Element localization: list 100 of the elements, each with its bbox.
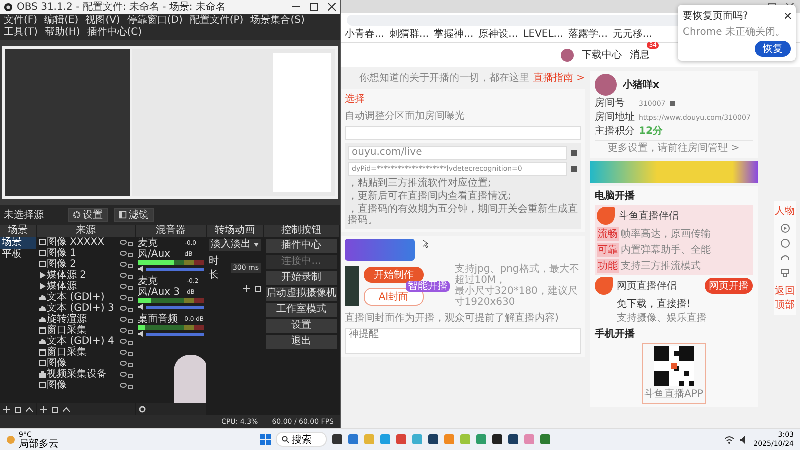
feature-tag: 流畅 — [597, 227, 619, 241]
cup-icon[interactable] — [780, 269, 790, 278]
gear-icon — [73, 211, 81, 219]
source-item[interactable]: 媒体源 — [47, 281, 119, 292]
app-icon[interactable] — [332, 434, 343, 445]
select-category-link[interactable]: 选择 — [345, 94, 365, 105]
dock-title: 来源 — [37, 225, 135, 237]
add-icon[interactable] — [3, 406, 10, 412]
control-button[interactable]: 插件中心 — [266, 239, 337, 253]
control-button[interactable]: 工作室模式 — [266, 303, 337, 317]
text-icon — [39, 338, 46, 345]
bookmark[interactable]: 刺猬群... — [390, 29, 430, 41]
source-item[interactable]: 图像 2 — [47, 259, 119, 270]
trash-icon[interactable] — [255, 285, 261, 292]
section-title: 电脑开播 — [595, 189, 636, 203]
source-item[interactable]: 视频采集设备 — [47, 369, 119, 380]
source-item[interactable]: 图像 XXXXX — [47, 237, 119, 248]
bookmark[interactable]: 落露学... — [568, 29, 608, 41]
source-item[interactable]: 媒体源 2 — [47, 270, 119, 281]
server-field[interactable]: ouyu.com/live — [348, 146, 567, 160]
copy-icon[interactable] — [670, 101, 676, 107]
guide-text: 你想知道的关于开播的一切，都在这里 — [359, 72, 530, 85]
control-button[interactable]: 退出 — [266, 335, 337, 349]
back-to-top-link[interactable]: 顶部 — [775, 298, 795, 312]
source-item[interactable]: 文本 (GDI+) 4 — [47, 336, 119, 347]
side-link[interactable]: 人物 — [775, 204, 795, 218]
start-icon[interactable] — [260, 434, 271, 445]
up-icon[interactable] — [26, 406, 33, 412]
add-icon[interactable] — [243, 285, 250, 292]
close-icon[interactable] — [328, 3, 336, 11]
source-item[interactable]: 图像 — [47, 380, 119, 391]
transition-dropdown[interactable]: 淡入淡出 — [209, 239, 261, 251]
weather-icon — [6, 434, 16, 444]
volume-slider[interactable] — [146, 306, 204, 308]
menu-item[interactable]: 工具(T) — [4, 27, 38, 39]
dock-title: 场景 — [0, 225, 36, 237]
filters-button[interactable]: 滤镜 — [114, 208, 154, 222]
source-item[interactable]: 旋转渲源 — [47, 314, 119, 325]
source-item[interactable]: 文本 (GDI+) 3 — [47, 303, 119, 314]
app-name: 网页直播伴侣 — [617, 280, 677, 293]
menu-item[interactable]: 插件中心(C) — [87, 27, 142, 39]
trash-icon[interactable] — [15, 406, 21, 412]
source-item[interactable]: 文本 (GDI+) — [47, 292, 119, 303]
app-icon[interactable] — [508, 434, 519, 445]
download-center-link[interactable]: 下载中心 — [582, 48, 622, 62]
copy-icon[interactable] — [571, 150, 578, 156]
menu-item[interactable]: 配置文件(P) — [190, 15, 244, 27]
filter-icon — [119, 211, 127, 219]
help-icon[interactable] — [780, 239, 790, 248]
source-item[interactable]: 图像 1 — [47, 248, 119, 259]
bookmark[interactable]: 元元移... — [612, 29, 652, 41]
volume-slider[interactable] — [146, 268, 204, 270]
scene-item[interactable]: 场景 — [0, 237, 36, 249]
control-button[interactable]: 设置 — [266, 319, 337, 333]
add-icon[interactable] — [40, 406, 47, 412]
menu-item[interactable]: 停靠窗口(D) — [127, 15, 183, 27]
source-item[interactable]: 窗口采集 — [47, 347, 119, 358]
app-icon[interactable] — [428, 434, 439, 445]
control-button[interactable]: 开始录制 — [266, 271, 337, 285]
close-icon[interactable] — [785, 13, 791, 19]
search-field[interactable]: 搜索 — [276, 432, 327, 447]
feature-tag: 可靠 — [597, 243, 619, 257]
maximize-icon[interactable] — [310, 3, 318, 11]
volume-slider[interactable] — [146, 332, 204, 336]
restore-button[interactable]: 恢复 — [755, 41, 791, 57]
control-button[interactable]: 启动虚拟摄像机 — [266, 287, 337, 301]
start-making-button[interactable]: 开始制作 — [364, 266, 424, 282]
bookmark[interactable]: 掌握神... — [434, 29, 474, 41]
bookmark[interactable]: 原神设... — [478, 29, 518, 41]
gear-icon[interactable] — [139, 406, 146, 412]
headset-icon[interactable] — [780, 254, 790, 263]
reminder-field[interactable]: 神提醒 — [345, 328, 581, 354]
speaker-icon[interactable] — [740, 436, 748, 444]
copy-icon[interactable] — [571, 166, 578, 172]
window-icon — [39, 349, 46, 356]
menu-item[interactable]: 场景集合(S) — [250, 15, 305, 27]
up-icon[interactable] — [63, 406, 70, 412]
source-item[interactable]: 图像 — [47, 358, 119, 369]
wifi-icon[interactable] — [724, 436, 734, 444]
trash-icon[interactable] — [52, 406, 58, 412]
play-icon[interactable] — [780, 224, 790, 233]
menu-item[interactable]: 编辑(E) — [44, 15, 79, 27]
avatar[interactable] — [561, 48, 574, 62]
web-stream-button[interactable]: 网页开播 — [705, 278, 753, 294]
scene-item[interactable]: 平板 — [0, 249, 36, 261]
back-to-top-link[interactable]: 返回 — [775, 284, 795, 298]
guide-link[interactable]: 直播指南 > — [533, 71, 585, 85]
menu-item[interactable]: 文件(F) — [4, 15, 38, 27]
title-field[interactable] — [345, 126, 581, 140]
messages-link[interactable]: 消息 — [630, 48, 650, 62]
note-text: ，粘贴到三方推流软件对应位置; — [348, 178, 492, 189]
menu-item[interactable]: 视图(V) — [86, 15, 120, 27]
settings-button[interactable]: 设置 — [68, 208, 108, 222]
bookmark[interactable]: LEVEL... — [523, 29, 564, 41]
cover-thumbnail — [345, 266, 359, 306]
app-icon[interactable] — [492, 434, 503, 445]
audio-meter — [138, 325, 204, 330]
source-item[interactable]: 窗口采集 — [47, 325, 119, 336]
menu-item[interactable]: 帮助(H) — [44, 27, 80, 39]
bookmark[interactable]: 小青春... — [345, 29, 385, 41]
